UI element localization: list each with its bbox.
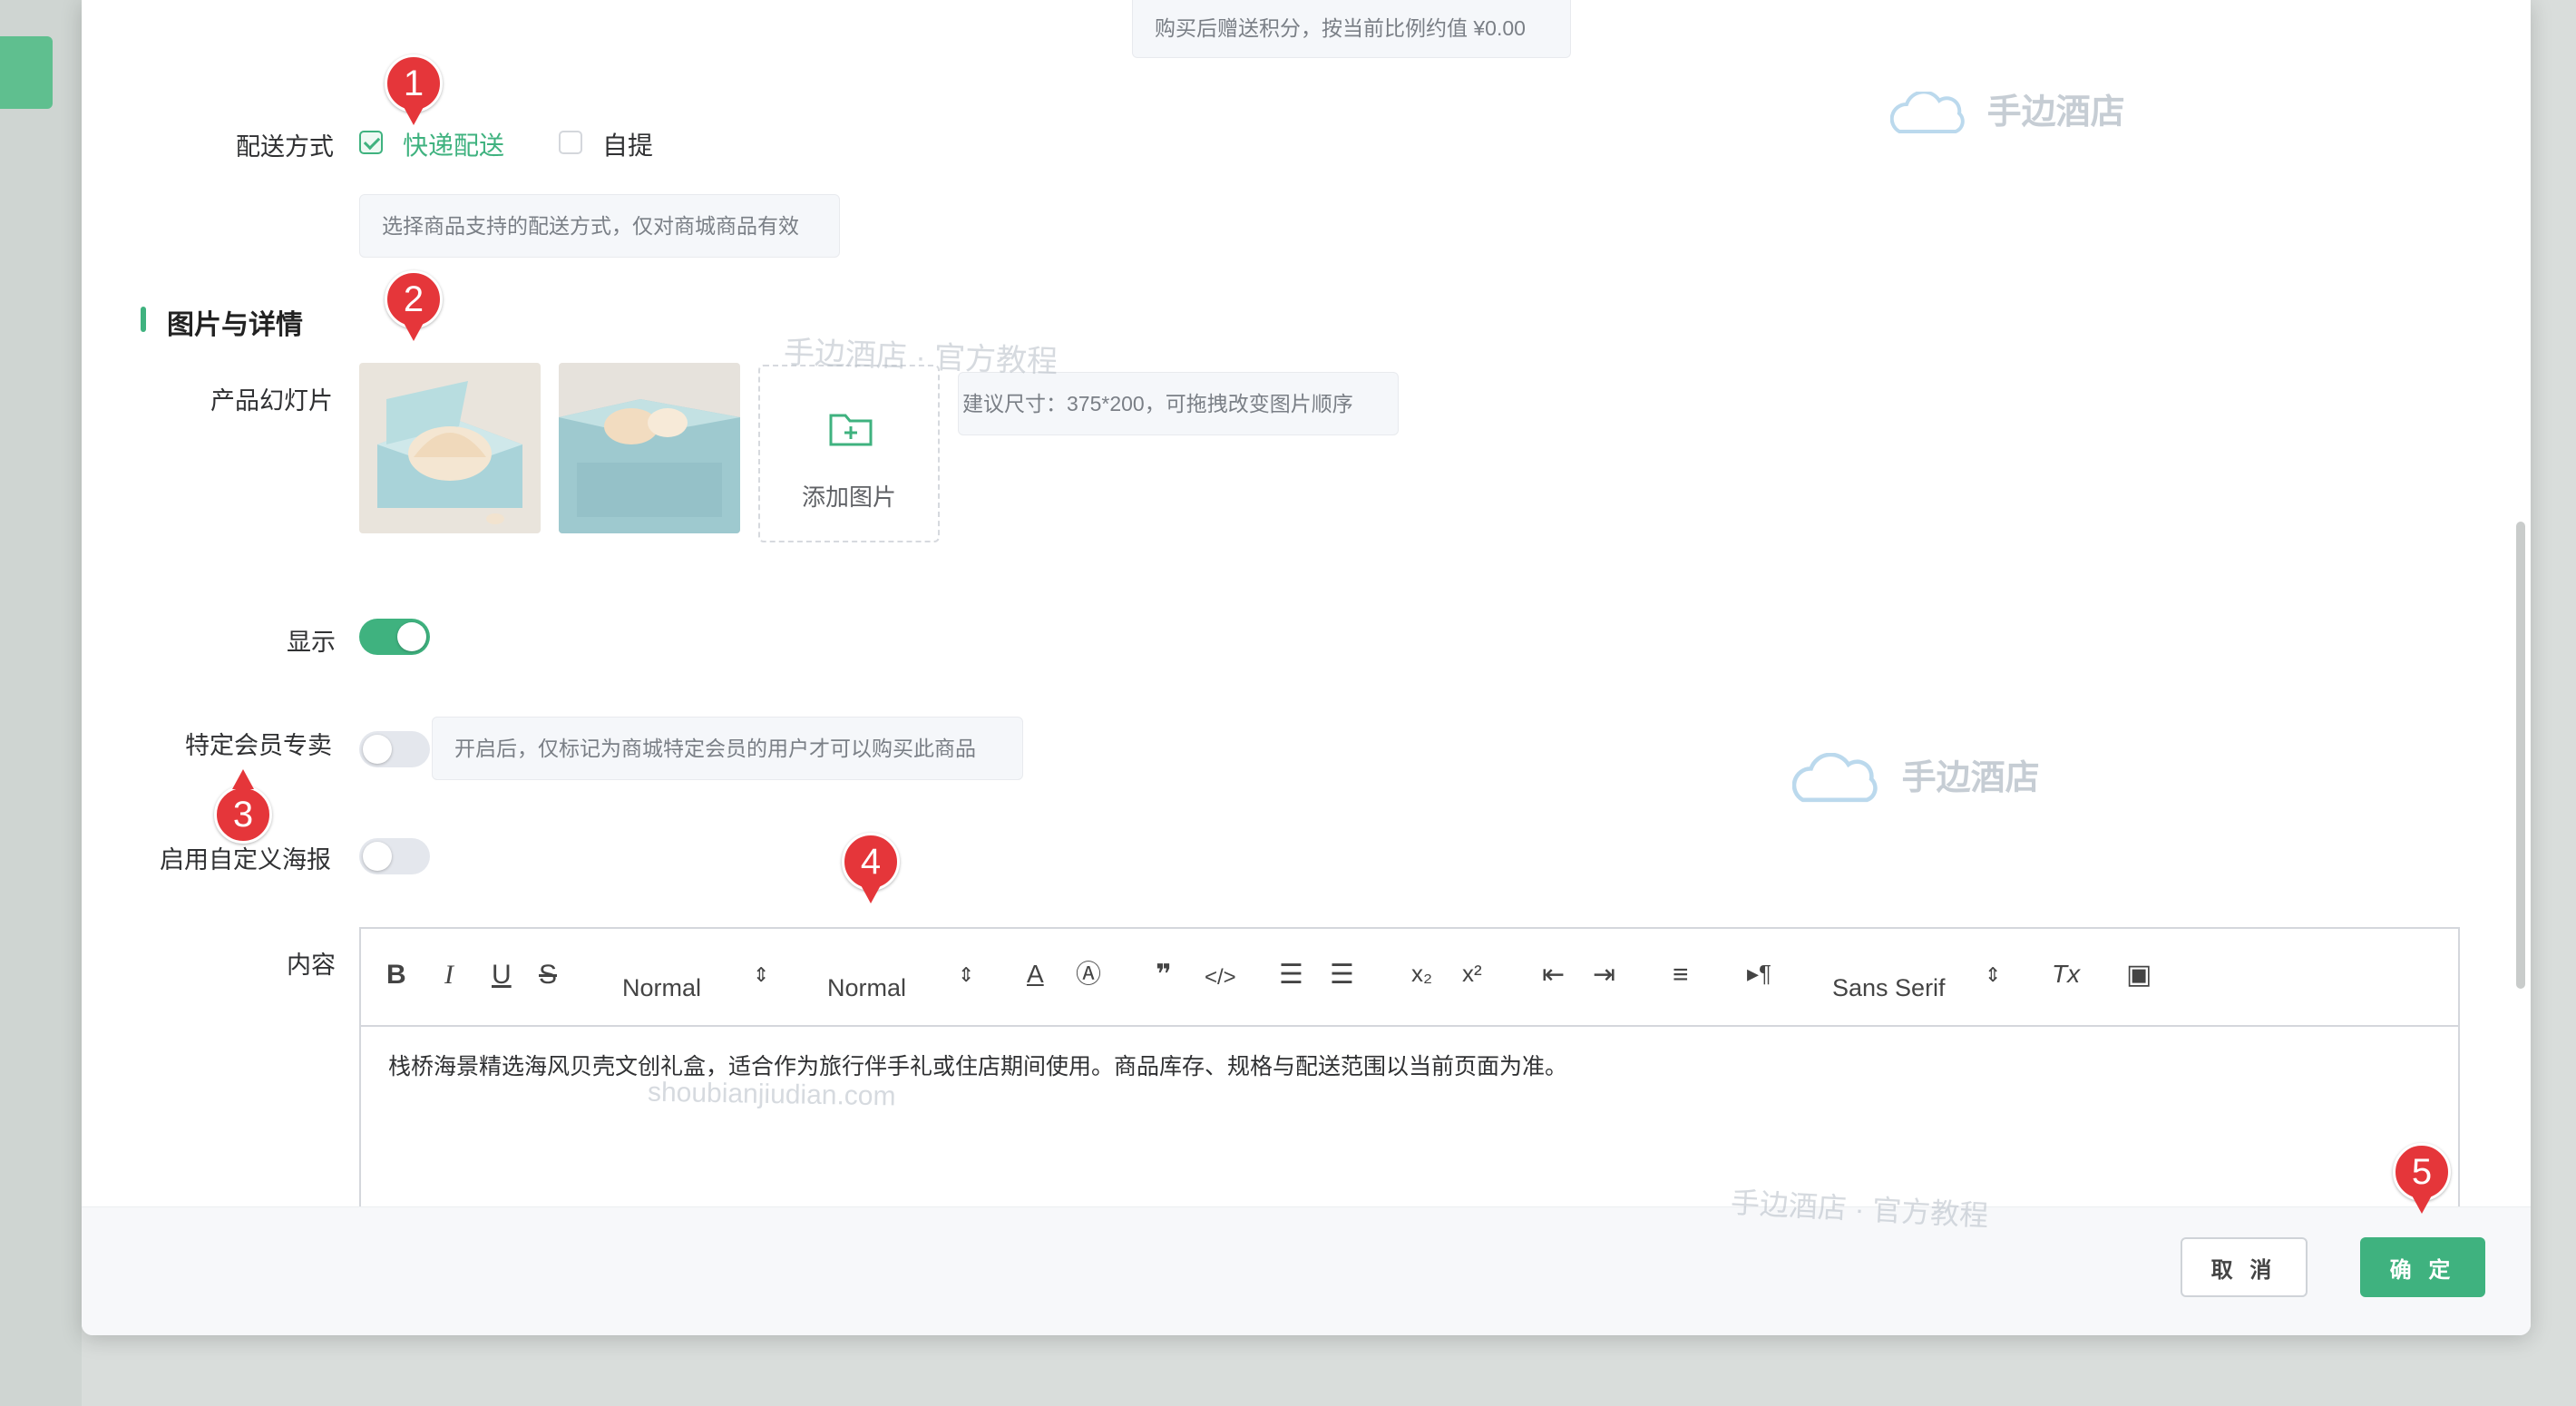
header-select[interactable]: Normal [622, 974, 701, 1002]
watermark-domain: shoubianjiudian.com [647, 1077, 896, 1112]
cloud-logo-icon [1791, 752, 1878, 803]
express-option-label[interactable]: 快递配送 [403, 126, 504, 162]
image-icon[interactable]: ▣ [2126, 962, 2152, 989]
slides-tip: 建议尺寸：375*200，可拖拽改变图片顺序 [958, 372, 1399, 435]
font-select-arrow-icon[interactable]: ⇕ [1985, 965, 2001, 985]
member-only-label: 特定会员专卖 [185, 732, 332, 759]
confirm-button[interactable]: 确 定 [2360, 1237, 2485, 1297]
section-accent-bar [141, 307, 146, 332]
editor-toolbar: B I U S Normal ⇕ Normal ⇕ A Ⓐ ❞ </> ☰ ☰ … [361, 929, 2458, 1027]
italic-icon[interactable]: I [444, 962, 454, 989]
align-icon[interactable]: ≡ [1673, 962, 1689, 989]
modal-scrollbar[interactable] [2516, 522, 2525, 989]
delivery-tip: 选择商品支持的配送方式，仅对商城商品有效 [359, 194, 840, 258]
product-edit-modal: 购买后赠送积分，按当前比例约值 ¥0.00 配送方式 快递配送 自提 选择商品支… [82, 0, 2531, 1335]
text-color-icon[interactable]: A [1027, 962, 1044, 987]
underline-icon[interactable]: U [492, 962, 512, 989]
cloud-logo-icon [1889, 90, 1965, 133]
modal-footer [82, 1206, 2531, 1335]
marker-1: 1 [385, 54, 443, 127]
express-checkbox[interactable] [359, 131, 383, 154]
ordered-list-icon[interactable]: ☰ [1279, 962, 1303, 989]
bullet-list-icon[interactable]: ☰ [1330, 962, 1354, 989]
strike-icon[interactable]: S [539, 962, 557, 989]
superscript-icon[interactable]: x² [1462, 962, 1482, 985]
size-select[interactable]: Normal [827, 974, 906, 1002]
subscript-icon[interactable]: x₂ [1411, 962, 1432, 985]
background-color-icon[interactable]: Ⓐ [1076, 962, 1101, 987]
watermark-logo-2: 手边酒店 [1791, 749, 2040, 807]
content-label: 内容 [287, 952, 336, 979]
code-block-icon[interactable]: </> [1205, 967, 1236, 989]
bold-icon[interactable]: B [386, 962, 406, 989]
marker-2: 2 [385, 270, 443, 343]
poster-toggle[interactable] [359, 838, 430, 874]
display-toggle[interactable] [359, 619, 430, 655]
slide-image-2[interactable] [559, 363, 740, 533]
background-sidebar [0, 0, 82, 1406]
folder-add-icon [829, 414, 873, 446]
background-active-menu [0, 36, 53, 109]
pickup-option-label[interactable]: 自提 [602, 126, 653, 162]
slides-label: 产品幻灯片 [210, 387, 333, 415]
section-title: 图片与详情 [167, 310, 303, 340]
text-direction-icon[interactable]: ▸¶ [1747, 962, 1771, 985]
marker-3: 3 [214, 769, 272, 858]
marker-4: 4 [842, 833, 900, 905]
size-select-arrow-icon[interactable]: ⇕ [958, 965, 974, 985]
points-tip: 购买后赠送积分，按当前比例约值 ¥0.00 [1132, 0, 1571, 58]
watermark-tutorial-1: 手边酒店 · 官方教程 [783, 335, 1059, 380]
watermark-logo-text-2: 手边酒店 [1901, 759, 2040, 797]
blockquote-icon[interactable]: ❞ [1156, 962, 1172, 989]
indent-icon[interactable]: ⇥ [1593, 962, 1615, 989]
clear-format-icon[interactable]: Tx [2052, 962, 2080, 987]
outdent-icon[interactable]: ⇤ [1542, 962, 1565, 989]
watermark-logo-1: 手边酒店 [1889, 83, 2125, 137]
add-image-label: 添加图片 [801, 483, 896, 511]
watermark-logo-text-1: 手边酒店 [1986, 93, 2125, 132]
add-image-button[interactable]: 添加图片 [758, 365, 940, 542]
display-label: 显示 [287, 629, 336, 656]
editor-content[interactable]: 栈桥海景精选海风贝壳文创礼盒，适合作为旅行伴手礼或住店期间使用。商品库存、规格与… [388, 1049, 1567, 1081]
cancel-button[interactable]: 取 消 [2181, 1237, 2308, 1297]
delivery-label: 配送方式 [236, 133, 334, 161]
member-only-tip: 开启后，仅标记为商城特定会员的用户才可以购买此商品 [432, 717, 1023, 780]
slide-image-1[interactable] [359, 363, 541, 533]
pickup-checkbox[interactable] [559, 131, 582, 154]
marker-5: 5 [2393, 1143, 2451, 1216]
font-select[interactable]: Sans Serif [1832, 974, 1946, 1002]
header-select-arrow-icon[interactable]: ⇕ [753, 965, 769, 985]
member-only-toggle[interactable] [359, 731, 430, 767]
